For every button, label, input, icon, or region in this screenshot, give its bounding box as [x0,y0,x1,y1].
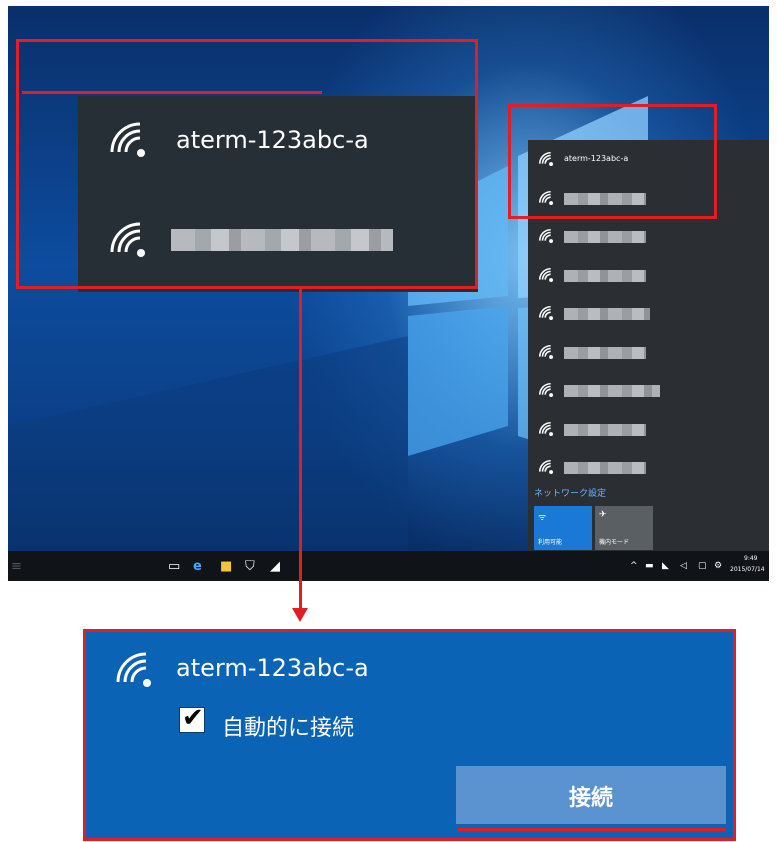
network-list-item[interactable] [528,448,769,486]
wifi-icon [538,306,554,320]
wifi-icon [538,383,554,397]
highlight-box [16,39,478,289]
wifi-icon: ᯤ [538,513,547,523]
chevron-up-icon[interactable]: ^ [630,561,638,571]
windows-desktop: aterm-123abc-a aterm-123abc-a ネットワーク設定 ᯤ… [8,6,769,581]
network-list-item[interactable] [528,294,769,332]
start-icon[interactable]: ≡ [11,559,22,574]
network-icon[interactable]: ◣ [662,561,669,571]
blurred-network-name [564,346,646,359]
blurred-network-name [564,308,650,320]
highlight-underline [458,828,726,831]
blurred-network-name [564,462,646,474]
network-settings-link[interactable]: ネットワーク設定 [534,486,606,499]
notification-icon[interactable]: ▢ [698,561,707,571]
blurred-network-name [564,423,646,436]
network-list-item[interactable] [528,217,769,255]
wifi-toggle-tile[interactable]: ᯤ 利用可能 [534,506,592,550]
checkmark-icon: ✔ [182,703,204,733]
volume-icon[interactable]: ◁ [680,561,687,571]
wifi-icon [538,344,554,359]
connect-panel: aterm-123abc-a ✔ 自動的に接続 接続 [83,629,736,841]
connect-button[interactable]: 接続 [456,766,726,824]
wifi-icon [538,267,554,282]
connect-network-name: aterm-123abc-a [176,654,369,682]
arrow-down-icon [292,608,308,622]
store-icon[interactable]: ⛉ [245,559,255,574]
auto-connect-label[interactable]: 自動的に接続 [222,710,354,742]
explorer-icon[interactable]: ■ [220,559,232,574]
taskbar: ≡ ▭ e ■ ⛉ ◢ ^ ▬ ◣ ◁ ▢ ⚙ 9:49 2015/07/14 [8,551,769,581]
battery-icon[interactable]: ▬ [645,561,654,571]
wifi-icon [538,421,554,436]
network-list-item[interactable] [528,256,769,294]
clock-date[interactable]: 2015/07/14 [730,566,765,573]
connect-button-label: 接続 [568,786,613,811]
airplane-icon: ✈ [599,510,607,520]
task-view-icon[interactable]: ▭ [168,559,180,574]
auto-connect-checkbox[interactable]: ✔ [179,703,205,733]
blurred-network-name [564,385,660,397]
wifi-icon [538,229,554,243]
arrow-line [299,289,302,610]
airplane-mode-tile[interactable]: ✈ 機内モード [595,506,653,550]
gear-icon[interactable]: ⚙ [714,561,722,571]
blurred-network-name [564,269,646,282]
clock-time[interactable]: 9:49 [744,555,757,562]
app-icon[interactable]: ◢ [270,559,280,574]
wifi-icon [114,652,154,688]
edge-icon[interactable]: e [193,559,202,574]
blurred-network-name [564,231,646,243]
highlight-box [508,104,717,219]
network-list-item[interactable] [528,410,769,448]
network-list-item[interactable] [528,333,769,371]
wifi-icon [538,460,554,474]
network-list-item[interactable] [528,371,769,409]
